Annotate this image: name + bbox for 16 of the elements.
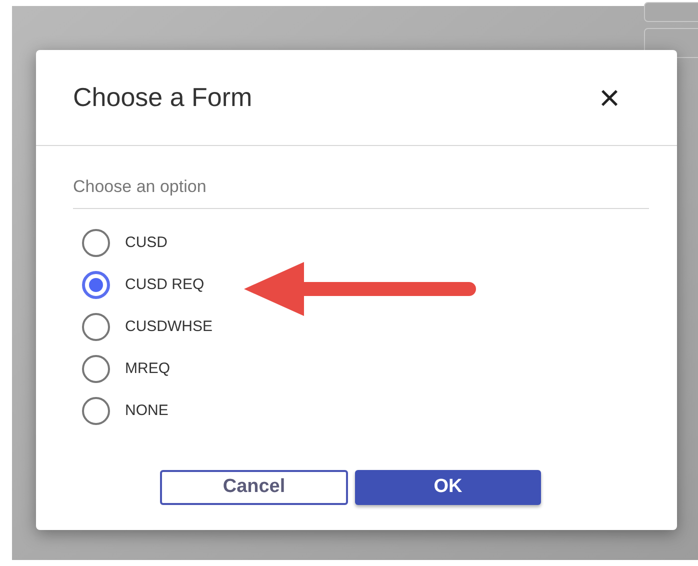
close-button[interactable]: ×	[598, 80, 620, 116]
dialog-title: Choose a Form	[73, 81, 252, 114]
radio-button[interactable]	[82, 355, 110, 383]
cancel-button[interactable]: Cancel	[160, 470, 348, 505]
option-label: MREQ	[125, 358, 170, 379]
radio-button[interactable]	[82, 271, 110, 299]
background-panel	[644, 2, 698, 22]
radio-button[interactable]	[82, 313, 110, 341]
option-label: NONE	[125, 400, 168, 421]
option-label: CUSDWHSE	[125, 316, 213, 337]
radio-button[interactable]	[82, 229, 110, 257]
group-label: Choose an option	[73, 177, 206, 196]
ok-button[interactable]: OK	[355, 470, 541, 505]
radio-button[interactable]	[82, 397, 110, 425]
option-label: CUSD	[125, 232, 168, 253]
option-label: CUSD REQ	[125, 274, 204, 295]
